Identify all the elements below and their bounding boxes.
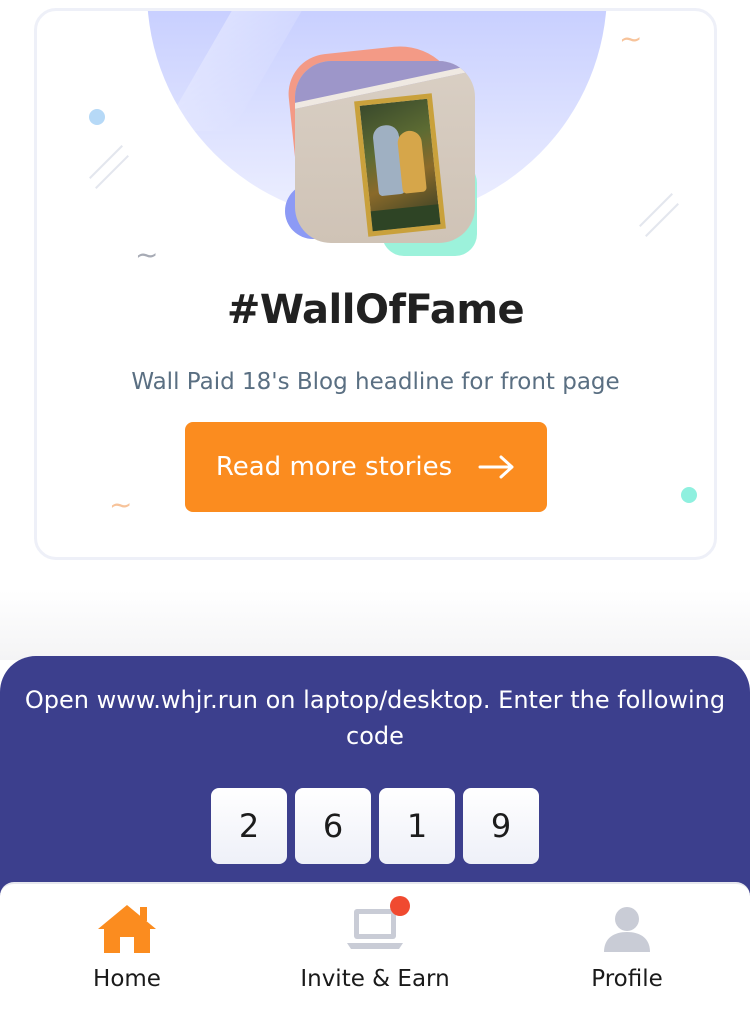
code-digits: 2 6 1 9 xyxy=(0,788,750,864)
decorative-dot-blue xyxy=(89,109,105,125)
bottom-navigation: Home Invite & Earn Profile xyxy=(0,882,750,1022)
read-more-label: Read more stories xyxy=(215,452,453,482)
code-instruction: Open www.whjr.run on laptop/desktop. Ent… xyxy=(24,686,726,750)
wall-of-fame-title: #WallOfFame xyxy=(226,287,525,333)
home-icon xyxy=(95,898,159,960)
nav-label-invite-earn: Invite & Earn xyxy=(300,966,450,992)
laptop-icon xyxy=(346,896,410,960)
wall-of-fame-card: ~ ~ ~ #WallOfFame Wall Paid 18's Blog he… xyxy=(34,8,717,560)
decorative-squiggle-orange-bottom: ~ xyxy=(109,488,133,521)
code-digit-3: 1 xyxy=(379,788,455,864)
arrow-right-icon xyxy=(478,454,516,480)
decorative-hatch-left-2 xyxy=(95,155,129,189)
decorative-dot-mint xyxy=(681,487,697,503)
decorative-squiggle-gray: ~ xyxy=(135,238,159,271)
nav-item-home[interactable]: Home xyxy=(2,884,252,1022)
notification-badge xyxy=(390,896,410,916)
nav-label-profile: Profile xyxy=(591,966,663,992)
nav-item-profile[interactable]: Profile xyxy=(502,884,750,1022)
code-digit-1: 2 xyxy=(211,788,287,864)
decorative-squiggle-orange-top: ~ xyxy=(619,22,643,55)
section-separator xyxy=(0,590,750,660)
decorative-hatch-right-2 xyxy=(645,203,679,237)
decorative-hatch-left xyxy=(89,145,123,179)
user-icon xyxy=(602,898,652,960)
featured-photo xyxy=(295,61,475,243)
code-digit-4: 9 xyxy=(463,788,539,864)
nav-item-invite-earn[interactable]: Invite & Earn xyxy=(250,884,500,1022)
decorative-hatch-right xyxy=(639,193,673,227)
picture-frame xyxy=(354,93,446,237)
code-digit-2: 6 xyxy=(295,788,371,864)
nav-label-home: Home xyxy=(93,966,161,992)
blog-headline: Wall Paid 18's Blog headline for front p… xyxy=(131,369,620,395)
device-code-panel: Open www.whjr.run on laptop/desktop. Ent… xyxy=(0,656,750,896)
read-more-stories-button[interactable]: Read more stories xyxy=(185,422,547,512)
